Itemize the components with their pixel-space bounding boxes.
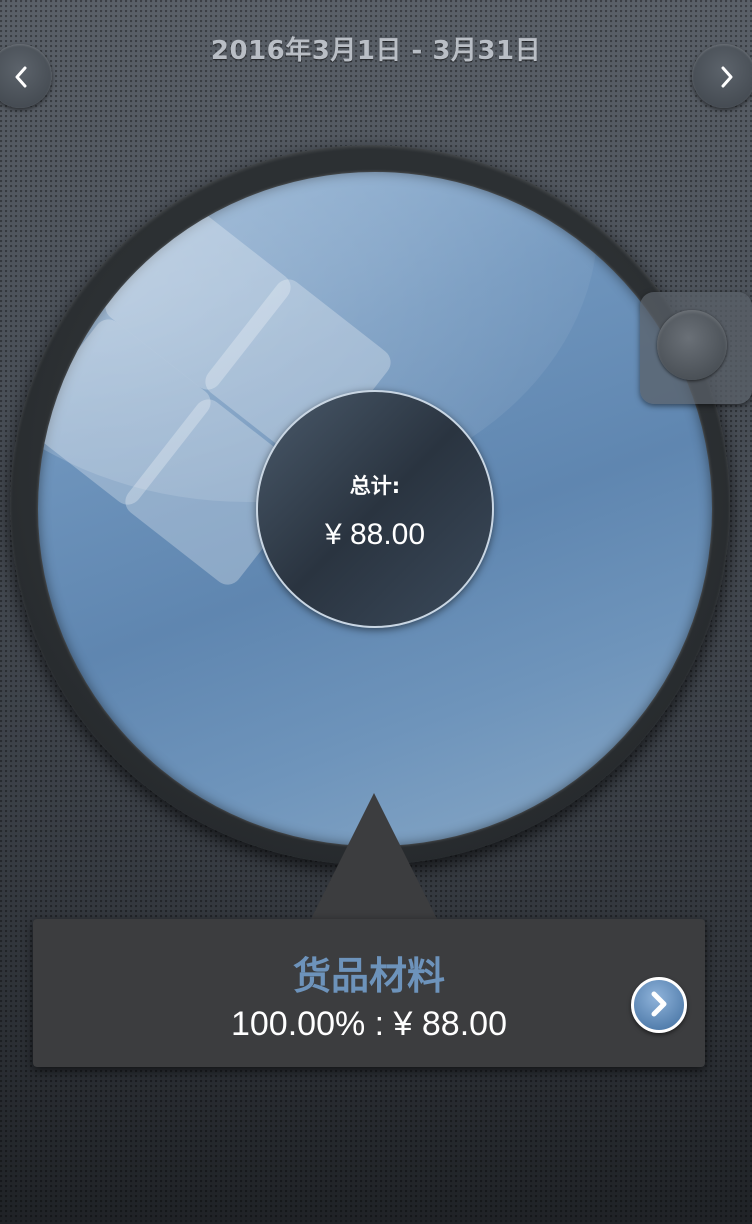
category-callout: 货品材料 100.00% : ¥ 88.00 [33, 919, 705, 1067]
total-label: 总计: [349, 474, 401, 498]
date-range-title: 2016年3月1日 - 3月31日 [210, 36, 542, 66]
arrow-right-icon [651, 991, 667, 1017]
chevron-right-icon [721, 66, 733, 88]
total-summary-disc: 总计: ¥ 88.00 [256, 390, 494, 628]
callout-pointer [310, 793, 438, 921]
category-share-amount: 100.00% : ¥ 88.00 [230, 1005, 507, 1043]
category-detail-button[interactable] [631, 977, 687, 1033]
total-amount: ¥ 88.00 [324, 518, 426, 551]
rotate-knob[interactable] [640, 292, 752, 404]
knob-handle [657, 310, 727, 380]
category-name: 货品材料 [292, 954, 445, 998]
chevron-left-icon [15, 66, 27, 88]
screen: 2016年3月1日 - 3月31日 总计: ¥ 88.00 货品材料 100.0… [0, 0, 752, 1224]
next-period-button[interactable] [692, 44, 752, 108]
